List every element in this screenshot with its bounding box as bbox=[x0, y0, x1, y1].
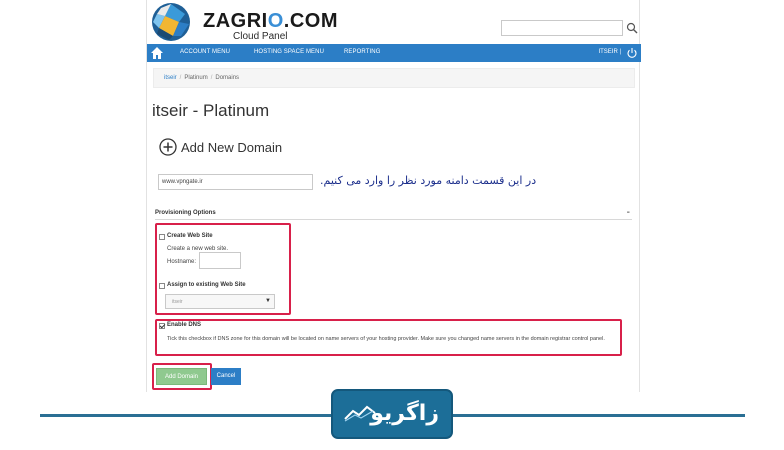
cancel-button[interactable]: Cancel bbox=[211, 368, 241, 385]
cloud-panel-window: ZAGRIO.COM Cloud Panel ACCOUNT MENU HOST… bbox=[146, 0, 641, 392]
add-circle-icon bbox=[159, 138, 177, 156]
search-icon[interactable] bbox=[626, 22, 638, 34]
nav-user-name[interactable]: ITSEIR | bbox=[598, 49, 621, 55]
logo-subtitle: Cloud Panel bbox=[233, 31, 288, 42]
provisioning-options-title: Provisioning Options bbox=[155, 210, 216, 216]
logo-wordmark: ZAGRIO.COM bbox=[203, 10, 338, 32]
brand-badge: زاگریو bbox=[331, 389, 453, 439]
globe-logo-icon bbox=[152, 3, 190, 41]
page: ZAGRIO.COM Cloud Panel ACCOUNT MENU HOST… bbox=[0, 0, 784, 450]
home-icon[interactable] bbox=[150, 46, 164, 60]
provisioning-options-header[interactable]: Provisioning Options - bbox=[155, 207, 632, 220]
annotation-note: در این قسمت دامنه مورد نظر را وارد می کن… bbox=[320, 174, 537, 187]
add-domain-button[interactable]: Add Domain bbox=[156, 368, 207, 385]
brand-badge-text: زاگریو bbox=[370, 401, 439, 426]
breadcrumb-item-platinum[interactable]: Platinum bbox=[184, 75, 207, 81]
watermark-line-left bbox=[40, 414, 333, 417]
page-title: itseir - Platinum bbox=[152, 101, 270, 120]
nav-account-menu[interactable]: ACCOUNT MENU bbox=[180, 49, 230, 55]
power-icon[interactable] bbox=[626, 47, 638, 59]
collapse-toggle[interactable]: - bbox=[627, 207, 630, 218]
highlight-web-site-options bbox=[155, 223, 291, 315]
nav-reporting[interactable]: REPORTING bbox=[344, 49, 380, 55]
add-new-domain-label: Add New Domain bbox=[181, 140, 283, 155]
breadcrumb-item-domains: Domains bbox=[215, 75, 240, 81]
highlight-enable-dns bbox=[155, 319, 622, 356]
logo[interactable]: ZAGRIO.COM Cloud Panel bbox=[151, 2, 351, 42]
breadcrumb: itseir / Platinum / Domains bbox=[153, 68, 635, 88]
domain-name-input[interactable]: www.vpngate.ir bbox=[158, 174, 313, 190]
search-input[interactable] bbox=[501, 20, 623, 36]
nav-hosting-space-menu[interactable]: HOSTING SPACE MENU bbox=[254, 49, 324, 55]
main-nav: ACCOUNT MENU HOSTING SPACE MENU REPORTIN… bbox=[147, 44, 641, 62]
breadcrumb-item-itseir[interactable]: itseir bbox=[164, 75, 177, 81]
watermark-line-right bbox=[451, 414, 745, 417]
